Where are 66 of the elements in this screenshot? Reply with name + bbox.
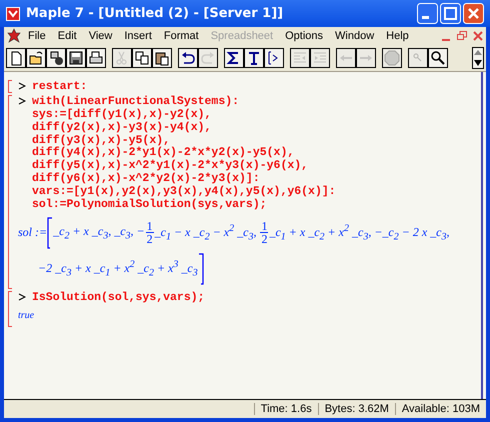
app-icon [6,6,20,20]
menu-item[interactable]: Edit [52,30,83,42]
math-text: _c$_{1}$ − x _c$_{2}$ − x$^{2}$ _c$_{3}$, [154,223,258,243]
math-text: sol := [18,225,48,240]
menu-item[interactable]: File [22,30,52,42]
math-text: _c$_{2}$ + x _c$_{3}$, _c$_{3}$, − [53,224,145,242]
toolbar-button[interactable] [132,48,152,68]
input-line: diff(y4(x),x)-2*y1(x)-2*x*y2(x)-y5(x), [32,146,294,160]
menu-item[interactable]: View [82,30,118,42]
input-line: diff(y5(x),x)-x^2*y1(x)-2*x*y3(x)-y6(x), [32,159,308,172]
output-text: true [18,308,36,323]
toolbar-button[interactable] [264,48,284,68]
window-title: Maple 7 - [Untitled (2) - [Server 1]] [26,6,284,21]
printer-icon [88,50,104,66]
status-text: Time: 1.6s [254,403,318,415]
redo-arrow-icon [200,50,216,66]
group-bracket [8,290,12,327]
menu-item[interactable]: Insert [118,30,158,42]
toolbar-button[interactable] [178,48,198,68]
toolbar-button[interactable] [26,48,46,68]
magnifier-icon [430,50,446,66]
input-line: IsSolution(sol,sys,vars); [32,290,205,304]
status-text: Available: 103M [394,403,486,415]
menu-item[interactable]: Format [158,30,205,42]
copy-icon [134,50,150,66]
close-icon [463,3,484,24]
input-line: diff(y2(x),x)-y3(x)-y4(x), [32,120,212,134]
close-icon [472,30,484,42]
bracket-icon [198,252,204,285]
input-line: restart: [32,80,88,93]
toolbar-button[interactable] [428,48,448,68]
text-icon [246,50,262,66]
toolbar-button[interactable] [86,48,106,68]
toolbar-button[interactable] [152,48,172,68]
menu-item[interactable]: Options [279,30,330,42]
restore-icon [456,30,468,42]
toolbar-button[interactable] [66,48,86,68]
scroll-arrows-icon [472,47,484,69]
toolbar-button[interactable] [244,48,264,68]
toolbar-button[interactable] [46,48,66,68]
input-line: diff(y6(x),x)-x^2*y2(x)-2*y3(x)]: [32,172,260,186]
undo-arrow-icon [180,50,196,66]
group-bracket [8,80,12,93]
fraction: 1 2 [146,220,154,246]
math-text: −2 _c$_{3}$ + x _c$_{1}$ + x$^{2}$ _c$_{2}$ + x$^{3}$ _c$_{3}$ [38,259,198,279]
folder-icon [28,50,44,66]
toolbar-button[interactable] [6,48,26,68]
minimize-icon [442,39,450,41]
prompt-icon [18,293,26,302]
menu-item[interactable]: Window [329,30,380,42]
input-line: sys:=[diff(y1(x),x)-y2(x), [32,108,212,121]
input-line: diff(y3(x),x)-y5(x), [32,134,170,147]
bracket-icon [47,216,54,249]
clipboard-icon [154,50,170,66]
minimize-icon [417,3,438,24]
input-line: sol:=PolynomialSolution(sys,vars); [32,198,267,211]
status-text: Bytes: 3.62M [318,403,395,415]
input-line: vars:=[y1(x),y2(x),y3(x),y4(x),y5(x),y6(x)]: [32,185,336,198]
toolbar-button[interactable] [224,48,244,68]
server-icon [48,50,64,66]
maximize-icon [440,3,461,24]
menu-item[interactable]: Help [380,30,415,42]
math-text: _c$_{1}$ + x _c$_{2}$ + x$^{2}$ _c$_{3}$, −_c$_{2}$ − 2 x _c$_{3}$, [269,223,450,243]
fraction: 1 2 [260,220,268,246]
input-line: with(LinearFunctionalSystems): [32,94,240,108]
stop-sign-icon [384,50,400,66]
